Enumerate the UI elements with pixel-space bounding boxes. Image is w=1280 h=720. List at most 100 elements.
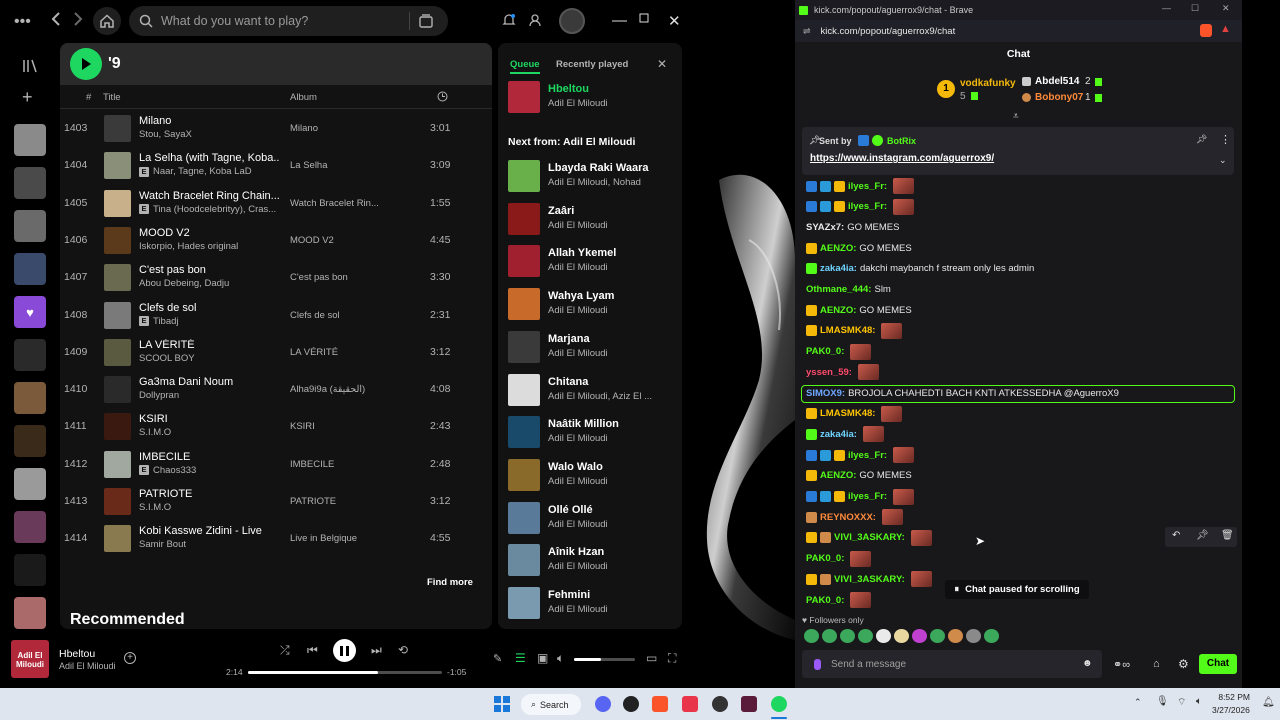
chat-message[interactable]: zaka4ia: dakchi maybanch f stream only le… <box>806 260 1236 278</box>
chat-username[interactable]: zaka4ia: <box>820 263 857 274</box>
track-artist[interactable]: S.I.M.O <box>139 427 171 438</box>
taskbar-date[interactable]: 3/27/2026 <box>1212 705 1250 715</box>
create-playlist-icon[interactable]: + <box>22 87 33 108</box>
chat-paused-banner[interactable]: ⏸ Chat paused for scrolling <box>945 580 1089 599</box>
volume-icon[interactable]: 🔈︎ <box>557 651 564 666</box>
chat-username[interactable]: AENZO: <box>820 470 856 481</box>
chat-username[interactable]: SIMOX9: <box>806 388 845 399</box>
track-album[interactable]: Live in Belgique <box>290 533 390 544</box>
track-row[interactable]: 1406 MOOD V2 Iskorpio, Hades original MOOD … <box>60 223 492 260</box>
chat-username[interactable]: SYAZx7: <box>806 222 844 233</box>
microphone-icon[interactable] <box>814 658 821 670</box>
next-track-icon[interactable]: ⏭ <box>371 643 382 658</box>
player-track-title[interactable]: Hbeltou <box>59 648 95 660</box>
track-artist[interactable]: Iskorpio, Hades original <box>139 241 238 252</box>
track-title[interactable]: Kobi Kasswe Zidini - Live <box>139 525 279 537</box>
track-artist[interactable]: Chaos333 <box>153 465 196 476</box>
track-title[interactable]: Clefs de sol <box>139 302 279 314</box>
previous-track-icon[interactable]: ⏮ <box>307 643 318 658</box>
friend-activity-icon[interactable] <box>528 13 542 27</box>
library-item[interactable] <box>14 210 46 242</box>
track-title[interactable]: Ga3ma Dani Noum <box>139 376 279 388</box>
site-settings-icon[interactable]: ⇌ <box>803 26 811 37</box>
chat-message[interactable]: PAK0_0: <box>806 343 1236 361</box>
track-artist[interactable]: Samir Bout <box>139 539 186 550</box>
track-title[interactable]: Watch Bracelet Ring Chain... <box>139 190 279 202</box>
chat-username[interactable]: VIVI_3ASKARY: <box>834 532 905 543</box>
queue-item[interactable]: Lbayda Raki Waara Adil El Miloudi, Nohad <box>508 160 678 196</box>
add-to-library-icon[interactable]: + <box>124 652 136 664</box>
queue-item[interactable]: Ollé Ollé Adil El Miloudi <box>508 501 678 538</box>
windows-start-icon[interactable] <box>494 696 510 712</box>
library-item[interactable] <box>14 253 46 285</box>
chevron-down-icon[interactable]: ⌄ <box>1219 155 1227 166</box>
emote-icon[interactable] <box>822 629 837 643</box>
track-artist[interactable]: SCOOL BOY <box>139 353 195 364</box>
chat-message[interactable]: zaka4ia: <box>806 425 1236 443</box>
track-row[interactable]: 1409 LA VÉRITÉ SCOOL BOY LA VÉRITÉ 3:12 <box>60 335 492 372</box>
chat-message[interactable]: AENZO: GO MEMES <box>806 467 1236 485</box>
chat-input[interactable]: Send a message ☻ <box>802 650 1102 678</box>
chat-message[interactable]: ilyes_Fr: <box>806 446 1236 464</box>
volume-icon[interactable]: 🔈︎ <box>1196 696 1202 707</box>
brave-icon[interactable] <box>652 696 668 712</box>
shuffle-icon[interactable]: ⤮ <box>280 643 290 658</box>
find-more-link[interactable]: Find more <box>427 577 473 588</box>
emote-icon[interactable] <box>966 629 981 643</box>
close-queue-icon[interactable]: ✕ <box>657 57 667 71</box>
profile-avatar[interactable] <box>559 8 585 34</box>
library-item[interactable] <box>14 511 46 543</box>
queue-item[interactable]: Wahya Lyam Adil El Miloudi <box>508 288 678 324</box>
repeat-icon[interactable]: ⟲ <box>398 643 408 657</box>
chat-message[interactable]: ilyes_Fr: <box>806 198 1236 216</box>
brave-rewards-icon[interactable]: ▲ <box>1220 23 1231 35</box>
queue-item[interactable]: Allah Ykemel Adil El Miloudi <box>508 245 678 281</box>
volume-slider[interactable] <box>574 658 635 661</box>
chat-username[interactable]: LMASMK48: <box>820 325 875 336</box>
tab-queue[interactable]: Queue <box>510 59 540 74</box>
chat-message[interactable]: AENZO: GO MEMES <box>806 239 1236 257</box>
chat-username[interactable]: yssen_59: <box>806 367 852 378</box>
forward-arrow-icon[interactable] <box>72 12 84 26</box>
notifications-bell-icon[interactable] <box>502 13 516 27</box>
reply-icon[interactable]: ↶ <box>1172 530 1180 541</box>
library-item[interactable] <box>14 124 46 156</box>
show-hidden-icons[interactable]: ⌃ <box>1134 697 1142 708</box>
track-album[interactable]: Milano <box>290 123 390 134</box>
notification-center-icon[interactable]: 🔔︎ <box>1262 697 1275 708</box>
chat-username[interactable]: LMASMK48: <box>820 408 875 419</box>
queue-item[interactable]: Aînik Hzan Adil El Miloudi <box>508 544 678 580</box>
fullscreen-icon[interactable]: ⛶ <box>668 651 676 666</box>
now-playing-item[interactable]: Hbeltou Adil El Miloudi <box>508 81 678 117</box>
track-album[interactable]: KSIRI <box>290 421 390 432</box>
address-url[interactable]: kick.com/popout/aguerrox9/chat <box>821 26 956 37</box>
track-title[interactable]: Milano <box>139 115 279 127</box>
chat-username[interactable]: ilyes_Fr: <box>848 450 887 461</box>
track-album[interactable]: Clefs de sol <box>290 310 390 321</box>
brave-shields-icon[interactable] <box>1200 24 1212 37</box>
track-artist[interactable]: Tina (Hoodcelebrityy), Cras... <box>153 204 276 215</box>
app-icon[interactable] <box>741 696 757 712</box>
track-title[interactable]: LA VÉRITÉ <box>139 339 279 351</box>
chat-message[interactable]: yssen_59: <box>806 363 1236 381</box>
track-title[interactable]: PATRIOTE <box>139 488 279 500</box>
chat-username[interactable]: REYNOXXX: <box>820 512 876 523</box>
chat-message[interactable]: Othmane_444: Slm <box>806 281 1236 299</box>
emote-icon[interactable] <box>876 629 891 643</box>
emote-icon[interactable] <box>948 629 963 643</box>
library-item[interactable] <box>14 554 46 586</box>
track-row[interactable]: 1403 Milano Stou, SayaX Milano 3:01 <box>60 111 492 148</box>
track-row[interactable]: 1408 Clefs de sol E Tibadj Clefs de sol 2:31 <box>60 298 492 335</box>
track-title[interactable]: MOOD V2 <box>139 227 279 239</box>
address-bar[interactable]: ⇌ kick.com/popout/aguerrox9/chat ▲ <box>795 20 1242 42</box>
track-row[interactable]: 1411 KSIRI S.I.M.O KSIRI 2:43 <box>60 409 492 446</box>
library-item[interactable] <box>14 425 46 457</box>
track-artist[interactable]: Abou Debeing, Dadju <box>139 278 229 289</box>
spotify-icon[interactable] <box>771 696 787 712</box>
close-window-icon[interactable]: ✕ <box>1222 3 1230 14</box>
track-artist[interactable]: Tibadj <box>153 316 179 327</box>
taskbar-search[interactable]: ⌕ Search <box>521 694 581 715</box>
track-title[interactable]: IMBECILE <box>139 451 279 463</box>
pin-message-icon[interactable]: 📌︎ <box>1196 530 1209 541</box>
track-row[interactable]: 1407 C'est pas bon Abou Debeing, Dadju C'es… <box>60 260 492 297</box>
